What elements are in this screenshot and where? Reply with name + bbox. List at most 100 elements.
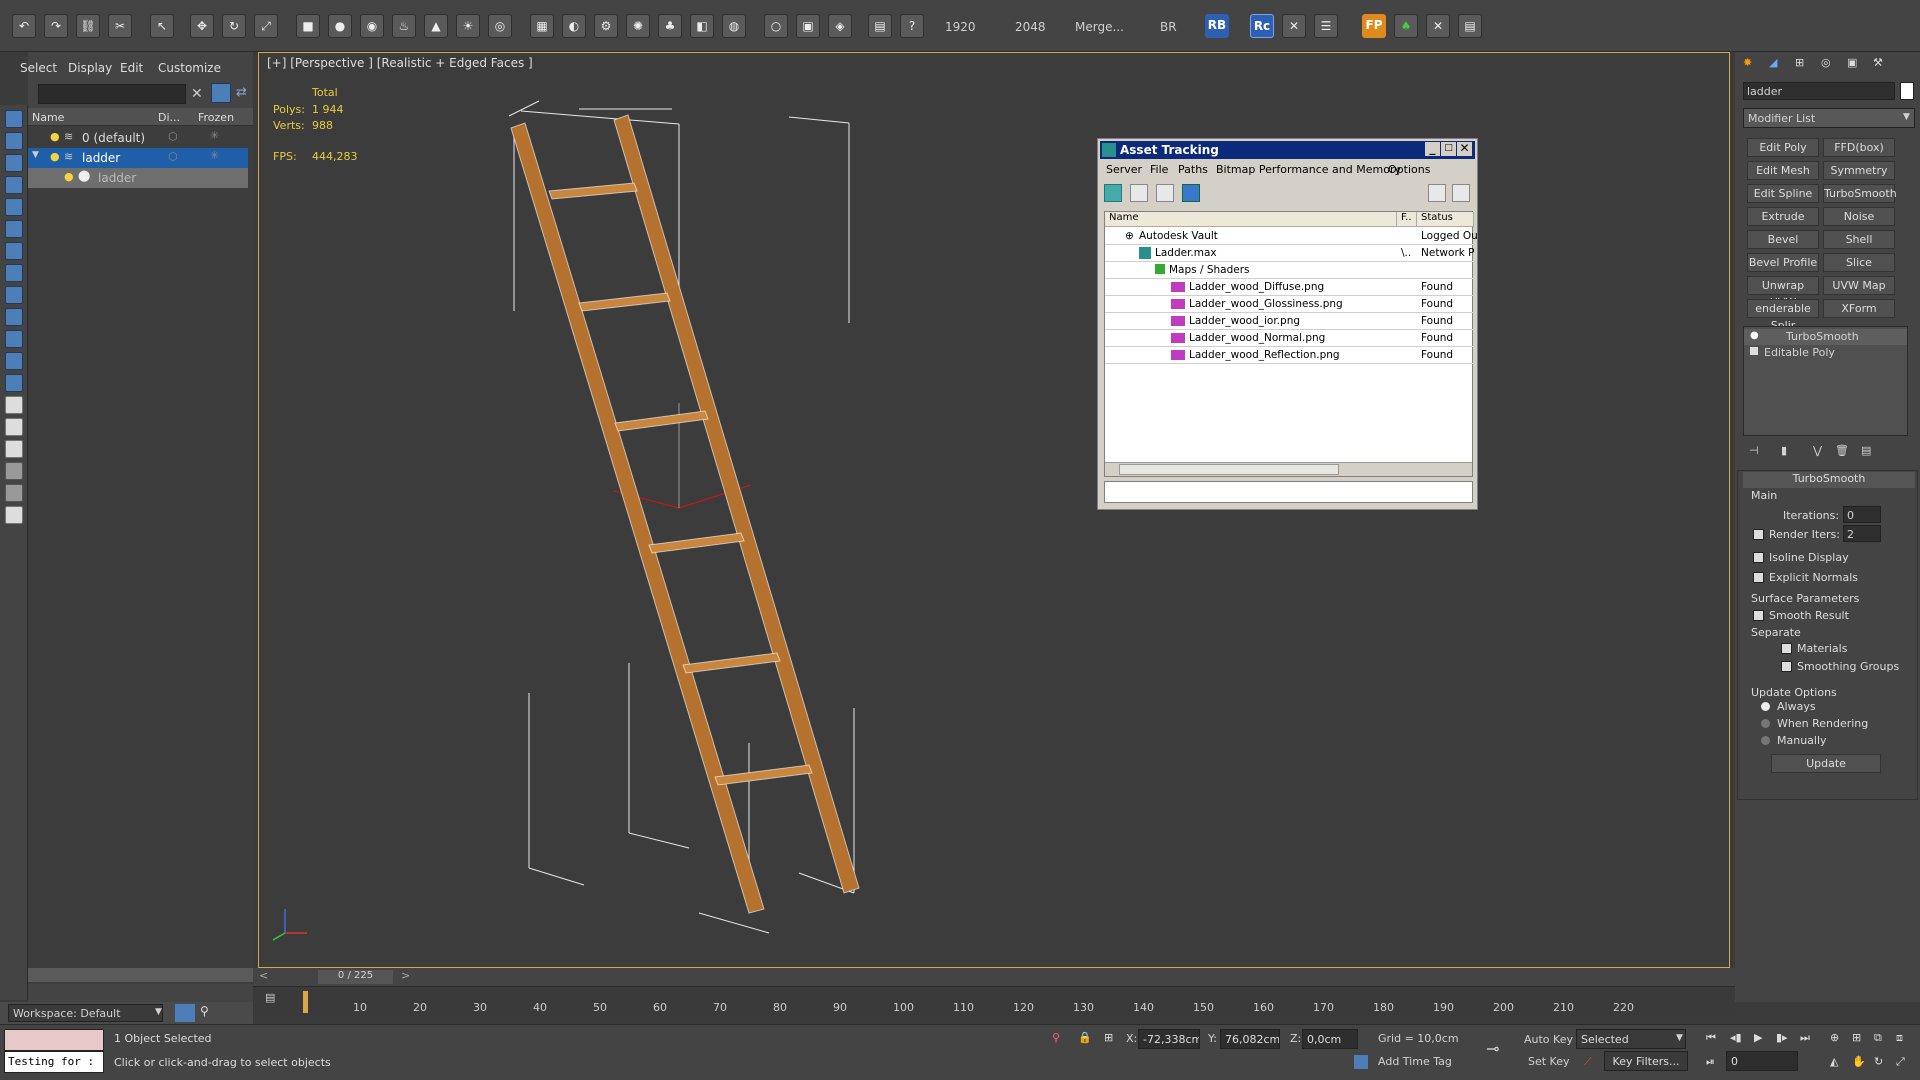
rc-button[interactable]: Rc: [1250, 14, 1274, 38]
zoom-extents-all-icon[interactable]: ⧈: [1896, 1031, 1903, 1045]
when-rendering-radio[interactable]: [1761, 719, 1770, 728]
camera-icon[interactable]: ◧: [690, 14, 714, 38]
perspective-viewport[interactable]: [+] [Perspective ] [Realistic + Edged Fa…: [258, 52, 1730, 968]
menu-file[interactable]: File: [1150, 163, 1168, 176]
lights-filter-icon[interactable]: [5, 198, 23, 216]
menu-options[interactable]: Options: [1388, 163, 1430, 176]
time-prev-icon[interactable]: <: [259, 969, 268, 982]
goto-end-icon[interactable]: ⏭: [1800, 1031, 1810, 1045]
menu-edit[interactable]: Edit: [120, 61, 143, 75]
hierarchy-tab-icon[interactable]: ⊞: [1795, 56, 1804, 69]
scale-icon[interactable]: ⤢: [254, 14, 278, 38]
time-next-icon[interactable]: >: [401, 969, 410, 982]
xrefs-filter-icon[interactable]: [5, 308, 23, 326]
info-icon[interactable]: [1452, 184, 1470, 202]
manually-radio[interactable]: [1761, 736, 1770, 745]
render-frame-icon[interactable]: ▣: [796, 14, 820, 38]
box-icon[interactable]: ■: [296, 14, 320, 38]
sphere-icon[interactable]: ●: [328, 14, 352, 38]
move-icon[interactable]: ✥: [190, 14, 214, 38]
rotate-icon[interactable]: ↻: [222, 14, 246, 38]
column-display[interactable]: Di...: [158, 111, 180, 124]
filter-toggle-icon[interactable]: [211, 83, 231, 103]
always-radio[interactable]: [1761, 702, 1770, 711]
render-icon[interactable]: ✺: [626, 14, 650, 38]
x-coordinate-field[interactable]: -72,338cm: [1138, 1029, 1200, 1049]
light-icon[interactable]: ◎: [488, 14, 512, 38]
table-row[interactable]: Ladder_wood_ior.png Found: [1105, 313, 1474, 330]
isolate-icon[interactable]: ⚲: [1052, 1031, 1060, 1044]
remove-modifier-icon[interactable]: 🗑: [1835, 444, 1849, 457]
current-frame-field[interactable]: 0: [1726, 1051, 1798, 1071]
column-status[interactable]: Status: [1417, 212, 1474, 227]
list-icon[interactable]: ☰: [1314, 14, 1338, 38]
expand-icon[interactable]: ▼: [32, 150, 39, 160]
symmetry-button[interactable]: Symmetry: [1823, 161, 1895, 180]
zoom-icon[interactable]: ⊕: [1830, 1031, 1839, 1044]
xform-button[interactable]: XForm: [1823, 299, 1895, 318]
lightbulb-icon[interactable]: ●: [64, 170, 74, 183]
bevel-button[interactable]: Bevel: [1747, 230, 1819, 249]
freeze-icon[interactable]: ✳: [210, 149, 219, 162]
uvw-map-button[interactable]: UVW Map: [1823, 276, 1895, 295]
cameras-filter-icon[interactable]: [5, 220, 23, 238]
column-name[interactable]: Name: [32, 111, 64, 124]
table-row[interactable]: Ladder_wood_Normal.png Found: [1105, 330, 1474, 347]
sync-selection-icon[interactable]: ⇄: [236, 85, 247, 100]
tree-row-ladder-object[interactable]: ● ⬤ ladder: [28, 168, 248, 188]
edit-spline-button[interactable]: Edit Spline: [1747, 184, 1819, 203]
material-icon[interactable]: ◐: [562, 14, 586, 38]
display-none-icon[interactable]: [5, 110, 23, 128]
isoline-checkbox[interactable]: [1753, 552, 1764, 563]
field-of-view-icon[interactable]: ◭: [1830, 1055, 1838, 1068]
table-row[interactable]: Ladder_wood_Reflection.png Found: [1105, 347, 1474, 364]
pin-stack-icon[interactable]: ⊣: [1749, 444, 1759, 457]
table-row[interactable]: Ladder_wood_Diffuse.png Found: [1105, 279, 1474, 296]
shapes-filter-icon[interactable]: [5, 176, 23, 194]
column-f[interactable]: F..: [1397, 212, 1417, 227]
undo-icon[interactable]: ↶: [12, 14, 36, 38]
auto-key-button[interactable]: Auto Key: [1524, 1033, 1573, 1046]
unlink-icon[interactable]: ✂: [108, 14, 132, 38]
plant-icon[interactable]: ♣: [658, 14, 682, 38]
z-coordinate-field[interactable]: 0,0cm: [1302, 1029, 1358, 1049]
bevel-profile-button[interactable]: Bevel Profile: [1747, 253, 1819, 272]
track-bar[interactable]: ▤ 10 20 30 40 50 60 70 80 90 100 110 120…: [253, 986, 1735, 1016]
rb-button[interactable]: RB: [1205, 14, 1229, 38]
br-button[interactable]: BR: [1160, 20, 1177, 34]
material-sphere-icon[interactable]: ○: [764, 14, 788, 38]
cylinder-icon[interactable]: ◉: [360, 14, 384, 38]
stack-item-editable-poly[interactable]: Editable Poly: [1744, 345, 1907, 361]
list-view-icon[interactable]: [1130, 184, 1148, 202]
key-set-dropdown[interactable]: Selected: [1576, 1029, 1686, 1049]
materials-checkbox[interactable]: [1781, 643, 1792, 654]
set-key-button[interactable]: Set Key: [1528, 1055, 1570, 1068]
find-icon[interactable]: [5, 440, 23, 458]
menu-customize[interactable]: Customize: [158, 61, 221, 75]
time-cursor[interactable]: [303, 991, 308, 1013]
time-slider[interactable]: < 0 / 225 >: [253, 968, 1735, 986]
motion-tab-icon[interactable]: ◎: [1821, 56, 1831, 69]
tree-row-ladder-layer[interactable]: ▼ ● ≋ ladder ⬡ ✳: [28, 148, 248, 168]
shell-button[interactable]: Shell: [1823, 230, 1895, 249]
zoom-extents-icon[interactable]: ⧉: [1874, 1031, 1882, 1045]
orbit-icon[interactable]: ↻: [1874, 1055, 1883, 1068]
table-row[interactable]: Maps / Shaders: [1105, 262, 1474, 279]
maximize-viewport-icon[interactable]: ⤢: [1896, 1055, 1905, 1069]
set-key-icon[interactable]: ⟋: [1584, 1055, 1592, 1069]
render-iters-checkbox[interactable]: [1753, 529, 1764, 540]
key-icon[interactable]: ⊸: [1486, 1039, 1499, 1058]
hierarchy-explorer-icon[interactable]: ⚲: [200, 1004, 218, 1022]
iterations-spinner[interactable]: 0: [1843, 506, 1881, 523]
workspace-select[interactable]: Workspace: Default: [8, 1004, 163, 1022]
scrollbar-thumb[interactable]: [1119, 464, 1339, 475]
grid-icon[interactable]: ▦: [530, 14, 554, 38]
lightbulb-icon[interactable]: ●: [50, 150, 60, 163]
cone-icon[interactable]: ▲: [424, 14, 448, 38]
extrude-button[interactable]: Extrude: [1747, 207, 1819, 226]
render-height[interactable]: 2048: [1015, 20, 1046, 34]
renderable-spline-button[interactable]: enderable Splir: [1747, 299, 1819, 332]
table-row[interactable]: Ladder.max \.. Network P: [1105, 245, 1475, 262]
chevron-down-icon[interactable]: ▼: [1676, 1033, 1683, 1043]
expand-icon[interactable]: [1750, 347, 1758, 355]
